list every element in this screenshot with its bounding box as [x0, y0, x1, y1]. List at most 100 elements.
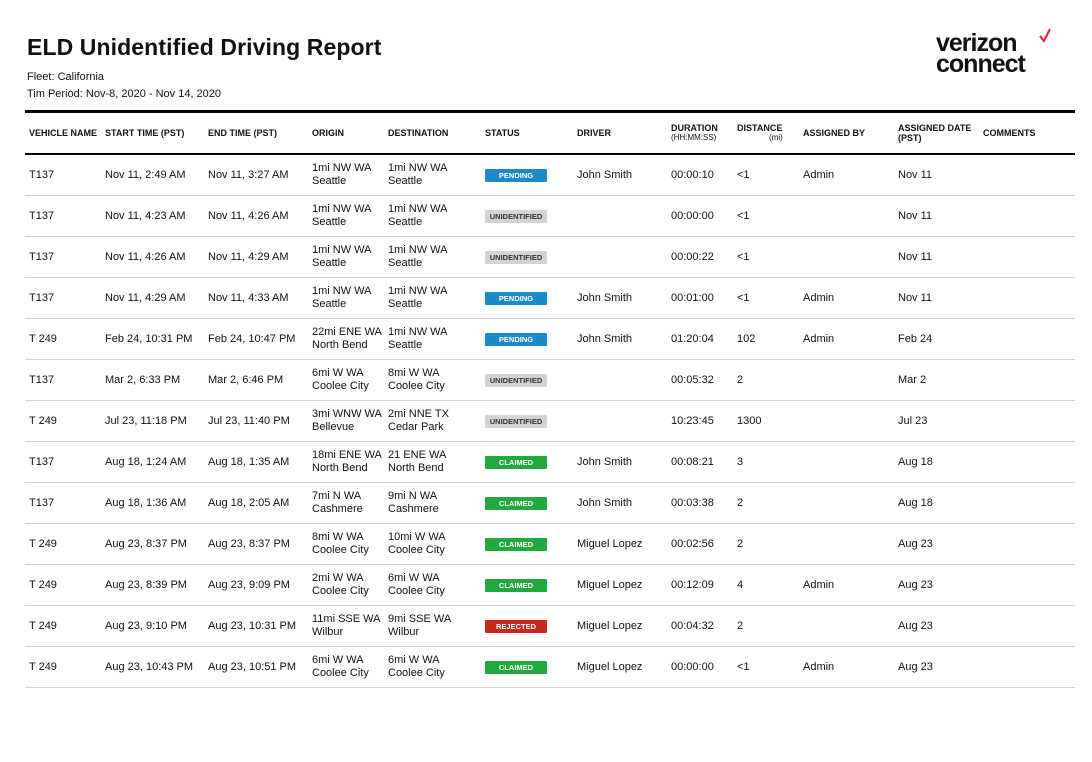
cell-start-time: Aug 23, 8:39 PM	[105, 578, 187, 591]
cell-origin-line1: 7mi N WA	[312, 490, 362, 502]
col-duration-unit: (HH:MM:SS)	[671, 133, 717, 142]
cell-comments	[979, 524, 1075, 565]
cell-driver: John Smith	[577, 496, 633, 509]
cell-assigned-by: Admin	[803, 332, 835, 345]
table-row: T 249 Aug 23, 8:39 PM Aug 23, 9:09 PM 2mi W…	[25, 565, 1075, 606]
cell-destination: 10mi W WA Coolee City	[384, 524, 481, 565]
cell-vehicle: T 249	[29, 537, 57, 550]
cell-driver: John Smith	[577, 332, 633, 345]
status-badge: PENDING	[485, 168, 547, 182]
cell-destination: 8mi W WA Coolee City	[384, 360, 481, 401]
col-driver: DRIVER	[577, 128, 612, 138]
verizon-connect-logo: verizon connect	[936, 28, 1051, 78]
cell-origin-line1: 3mi WNW WA	[312, 408, 382, 420]
cell-distance: 102	[737, 332, 756, 345]
cell-destination: 6mi W WA Coolee City	[384, 565, 481, 606]
cell-vehicle: T137	[29, 373, 55, 386]
cell-status: UNIDENTIFIED	[481, 401, 573, 442]
logo-line-2: connect	[936, 50, 1026, 78]
status-badge: REJECTED	[485, 619, 547, 633]
cell-comments	[979, 360, 1075, 401]
cell-vehicle: T137	[29, 496, 55, 509]
cell-vehicle: T 249	[29, 578, 57, 591]
cell-end-time: Jul 23, 11:40 PM	[208, 414, 290, 427]
table-row: T137 Nov 11, 4:29 AM Nov 11, 4:33 AM 1mi NW…	[25, 278, 1075, 319]
cell-assigned-date: Nov 11	[898, 291, 933, 304]
cell-end-time: Nov 11, 4:26 AM	[208, 209, 289, 222]
cell-duration: 00:08:21	[671, 455, 714, 468]
cell-destination-line1: 9mi SSE WA	[388, 613, 452, 625]
cell-assigned-by	[799, 606, 894, 647]
status-badge: CLAIMED	[485, 496, 547, 510]
cell-destination-line1: 1mi NW WA	[388, 244, 448, 256]
cell-origin-line2: North Bend	[312, 462, 368, 474]
cell-origin: 1mi NW WA Seattle	[308, 278, 384, 319]
status-badge: UNIDENTIFIED	[485, 209, 547, 223]
col-status: STATUS	[485, 128, 520, 138]
cell-status: UNIDENTIFIED	[481, 196, 573, 237]
cell-comments	[979, 483, 1075, 524]
cell-assigned-date: Nov 11	[898, 209, 933, 222]
cell-destination: 2mi NNE TX Cedar Park	[384, 401, 481, 442]
col-distance: DISTANCE (mi)	[733, 113, 799, 154]
cell-end-time: Aug 23, 8:37 PM	[208, 537, 290, 550]
cell-assigned-date: Mar 2	[898, 373, 927, 386]
cell-comments	[979, 196, 1075, 237]
cell-driver	[573, 196, 667, 237]
cell-origin-line2: Coolee City	[312, 544, 369, 556]
cell-distance: <1	[737, 250, 750, 263]
cell-origin: 2mi W WA Coolee City	[308, 565, 384, 606]
cell-status: UNIDENTIFIED	[481, 237, 573, 278]
cell-comments	[979, 319, 1075, 360]
status-badge: CLAIMED	[485, 578, 547, 592]
cell-comments	[979, 154, 1075, 196]
report-title: ELD Unidentified Driving Report	[27, 34, 382, 60]
cell-vehicle: T137	[29, 209, 55, 222]
cell-duration: 00:02:56	[671, 537, 714, 550]
cell-distance: 3	[737, 455, 744, 468]
cell-status: UNIDENTIFIED	[481, 360, 573, 401]
cell-origin-line2: Coolee City	[312, 380, 369, 392]
cell-duration: 00:05:32	[671, 373, 714, 386]
cell-status: REJECTED	[481, 606, 573, 647]
cell-destination-line1: 8mi W WA	[388, 367, 440, 379]
cell-origin-line1: 6mi W WA	[312, 654, 364, 666]
status-badge: UNIDENTIFIED	[485, 373, 547, 387]
cell-end-time: Aug 23, 10:31 PM	[208, 619, 297, 632]
cell-distance: 2	[737, 537, 744, 550]
table-row: T137 Aug 18, 1:36 AM Aug 18, 2:05 AM 7mi N …	[25, 483, 1075, 524]
cell-origin: 7mi N WA Cashmere	[308, 483, 384, 524]
cell-start-time: Mar 2, 6:33 PM	[105, 373, 181, 386]
cell-destination-line1: 6mi W WA	[388, 654, 440, 666]
col-origin: ORIGIN	[312, 128, 345, 138]
cell-comments	[979, 442, 1075, 483]
cell-start-time: Feb 24, 10:31 PM	[105, 332, 193, 345]
table-row: T 249 Jul 23, 11:18 PM Jul 23, 11:40 PM 3mi…	[25, 401, 1075, 442]
cell-assigned-date: Aug 23	[898, 660, 933, 673]
status-badge: PENDING	[485, 332, 547, 346]
cell-duration: 00:00:22	[671, 250, 714, 263]
col-duration: DURATION (HH:MM:SS)	[667, 113, 733, 154]
col-duration-label: DURATION	[671, 123, 718, 133]
cell-end-time: Aug 18, 1:35 AM	[208, 455, 290, 468]
cell-origin-line2: Cashmere	[312, 503, 363, 515]
status-badge: UNIDENTIFIED	[485, 250, 547, 264]
cell-comments	[979, 565, 1075, 606]
cell-destination-line2: Cashmere	[388, 503, 439, 515]
cell-status: CLAIMED	[481, 483, 573, 524]
cell-assigned-by	[799, 360, 894, 401]
cell-assigned-date: Aug 23	[898, 537, 933, 550]
cell-origin: 6mi W WA Coolee City	[308, 647, 384, 688]
cell-origin: 22mi ENE WA North Bend	[308, 319, 384, 360]
col-end-time: END TIME (PST)	[208, 128, 277, 138]
cell-driver: Miguel Lopez	[577, 537, 643, 550]
cell-destination-line2: Seattle	[388, 175, 423, 187]
cell-end-time: Nov 11, 4:29 AM	[208, 250, 289, 263]
cell-origin-line2: Seattle	[312, 216, 347, 228]
cell-end-time: Feb 24, 10:47 PM	[208, 332, 296, 345]
cell-duration: 00:03:38	[671, 496, 714, 509]
status-badge: PENDING	[485, 291, 547, 305]
cell-assigned-by: Admin	[803, 660, 835, 673]
cell-origin: 1mi NW WA Seattle	[308, 196, 384, 237]
cell-origin-line2: Coolee City	[312, 667, 369, 679]
